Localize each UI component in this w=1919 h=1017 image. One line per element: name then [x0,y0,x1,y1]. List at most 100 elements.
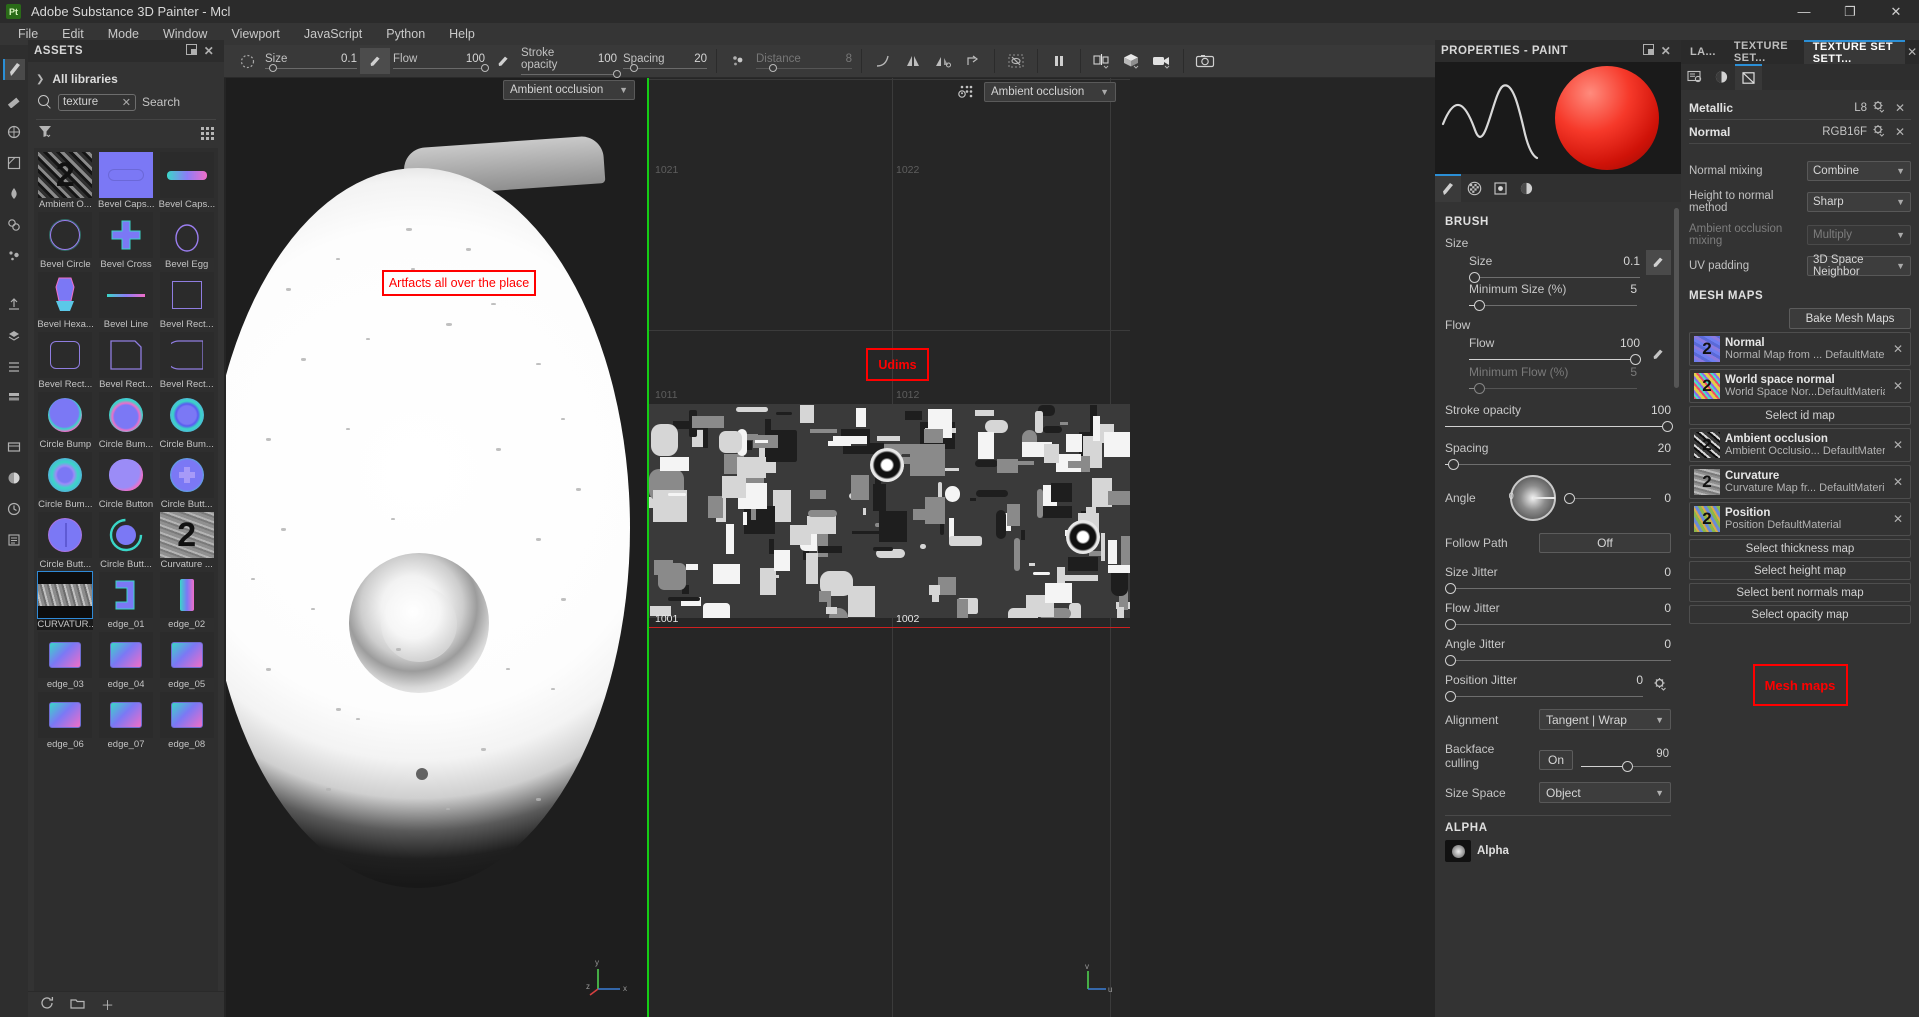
mesh-map-remove-icon[interactable]: ✕ [1890,438,1906,452]
slider-flow[interactable]: Flow 100 [1469,336,1641,365]
mesh-map-remove-icon[interactable]: ✕ [1890,379,1906,393]
properties-scrollbar[interactable] [1674,208,1679,388]
asset-item[interactable]: Bevel Rect... [158,332,215,390]
brush-preset-icon[interactable] [232,48,262,74]
asset-item[interactable]: Bevel Line [98,272,155,330]
slider-stroke-opacity[interactable]: Stroke opacity 100 [1445,403,1673,432]
tab-material[interactable] [1513,174,1539,202]
menu-viewport[interactable]: Viewport [219,23,291,45]
select-id-map-button[interactable]: Select id map [1689,406,1911,425]
asset-item[interactable]: edge_07 [98,692,155,750]
toolbar-slider-size[interactable]: Size 0.1 [265,45,357,78]
asset-item[interactable]: edge_05 [158,632,215,690]
material-ball-icon[interactable] [3,467,25,488]
slider-spacing[interactable]: Spacing 20 [1445,441,1671,470]
eraser-tool-icon[interactable] [3,90,25,111]
slider-flow-jitter[interactable]: Flow Jitter 0 [1445,601,1671,630]
shelf-icon[interactable] [3,436,25,457]
asset-item[interactable]: 2 Ambient O... [37,152,94,210]
menu-python[interactable]: Python [374,23,437,45]
asset-item[interactable]: Bevel Cross [98,212,155,270]
asset-item[interactable]: Circle Butt... [37,512,94,570]
export-icon[interactable] [3,294,25,315]
toolbar-slider-distance[interactable]: Distance 8 [756,45,852,78]
asset-item[interactable]: Circle Bum... [98,392,155,450]
screenshot-icon[interactable] [1190,48,1220,74]
open-folder-icon[interactable] [70,997,85,1013]
properties-body[interactable]: BRUSH Size Size 0.1 Minimum Size (%) 5 F… [1435,202,1681,1017]
angle-slider[interactable] [1563,492,1651,504]
toolbar-slider-stroke-opacity[interactable]: Stroke opacity 100 [521,45,622,78]
asset-item[interactable]: Circle Butt... [98,512,155,570]
asset-item[interactable]: edge_06 [37,692,94,750]
asset-item[interactable]: Circle Bump [37,392,94,450]
mesh-map-world-space-normal[interactable]: 2 World space normal World Space Nor...Def… [1689,369,1911,403]
refresh-icon[interactable] [40,996,54,1013]
assets-dock-icon[interactable] [182,44,200,58]
channel-row-normal[interactable]: Normal RGB16F ✕ [1689,120,1911,144]
bake-icon[interactable] [3,325,25,346]
viewport[interactable]: y x z 1021 1022 1011 1012 1001 1002 v u … [226,78,1130,1017]
select-map-button-0[interactable]: Select thickness map [1689,539,1911,558]
asset-item[interactable]: Circle Button [98,452,155,510]
menu-javascript[interactable]: JavaScript [292,23,374,45]
layer-stack-icon[interactable] [3,387,25,408]
asset-item[interactable]: Circle Bum... [37,452,94,510]
close-button[interactable]: ✕ [1873,0,1919,23]
asset-item[interactable]: Bevel Rect... [98,332,155,390]
symmetry-settings-icon[interactable] [928,48,958,74]
backface-culling-toggle[interactable]: On [1539,750,1573,770]
bake-mesh-maps-button[interactable]: Bake Mesh Maps [1789,308,1911,329]
setting-select[interactable]: Combine ▼ [1807,161,1911,181]
texture-set-tab-0[interactable]: LA... [1681,40,1725,64]
asset-item[interactable]: CURVATUR... [37,571,94,630]
properties-dock-icon[interactable] [1639,44,1657,58]
asset-item[interactable]: edge_08 [158,692,215,750]
setting-select[interactable]: Sharp ▼ [1807,192,1911,212]
texture-set-tab-2[interactable]: TEXTURE SET SETT... [1803,40,1906,65]
minimize-button[interactable]: — [1781,0,1827,23]
falloff-curve-icon[interactable] [868,48,898,74]
grid-view-icon[interactable] [201,126,214,140]
channel-dropdown-3d[interactable]: Ambient occlusion ▼ [503,80,635,100]
log-icon[interactable] [3,529,25,550]
settings-icon[interactable] [3,356,25,377]
all-libraries-row[interactable]: ❯ All libraries [28,68,224,90]
asset-item[interactable]: Bevel Egg [158,212,215,270]
size-pen-pressure-button[interactable] [1646,250,1671,275]
channel-settings-icon[interactable] [1867,100,1889,116]
setting-select[interactable]: 3D Space Neighbor ▼ [1807,254,1911,278]
slider-angle-jitter[interactable]: Angle Jitter 0 [1445,637,1671,666]
asset-item[interactable]: Circle Bum... [158,392,215,450]
uv-tile-settings-icon[interactable] [958,84,974,103]
slider-position-jitter[interactable]: Position Jitter 0 [1445,673,1643,702]
asset-item[interactable]: Bevel Hexa... [37,272,94,330]
tab-texture-set-settings[interactable] [1735,64,1762,90]
asset-item[interactable]: Bevel Rect... [37,332,94,390]
pause-engine-icon[interactable] [1044,48,1074,74]
asset-item[interactable]: edge_01 [98,572,155,630]
search-input-wrap[interactable]: ✕ [58,93,136,111]
clone-tool-icon[interactable] [3,214,25,235]
history-icon[interactable] [3,498,25,519]
position-jitter-settings-icon[interactable] [1649,673,1671,691]
channel-row-metallic[interactable]: Metallic L8 ✕ [1689,96,1911,120]
texture-set-close-icon[interactable]: ✕ [1905,40,1919,64]
filter-icon[interactable] [38,124,53,142]
jitter-icon[interactable] [723,48,753,74]
mesh-map-remove-icon[interactable]: ✕ [1890,475,1906,489]
mesh-map-normal[interactable]: 2 Normal Normal Map from ... DefaultMateri… [1689,332,1911,366]
mesh-map-remove-icon[interactable]: ✕ [1890,512,1906,526]
slider-size-jitter[interactable]: Size Jitter 0 [1445,565,1671,594]
assets-close-icon[interactable]: ✕ [200,44,218,58]
mesh-map-remove-icon[interactable]: ✕ [1890,342,1906,356]
paint-tool-icon[interactable] [3,59,25,80]
asset-item[interactable]: edge_03 [37,632,94,690]
channel-settings-icon[interactable] [1867,124,1889,140]
channel-remove-icon[interactable]: ✕ [1889,125,1911,139]
asset-item[interactable]: Circle Butt... [158,452,215,510]
viewport-3d[interactable]: y x z [226,78,648,1017]
angle-dial[interactable]: 0 [1509,475,1556,521]
tab-texture-set-list[interactable] [1681,64,1708,90]
flow-pen-pressure-icon[interactable] [1646,332,1671,361]
